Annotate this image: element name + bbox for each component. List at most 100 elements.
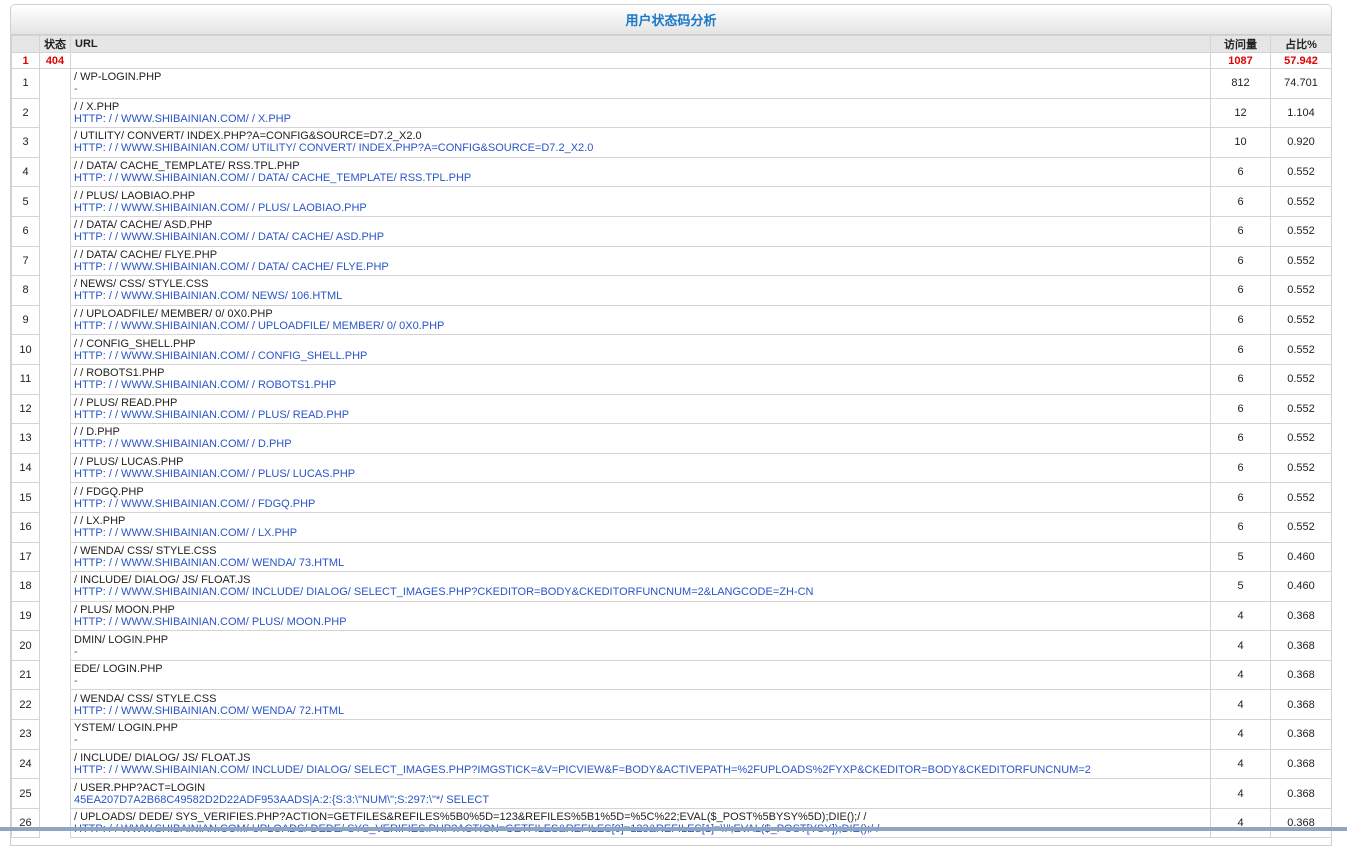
row-full-url[interactable]: - <box>74 734 1210 746</box>
row-full-url[interactable]: HTTP: / / WWW.SHIBAINIAN.COM/ / PLUS/ LA… <box>74 202 1210 214</box>
row-status <box>39 571 71 602</box>
row-visits: 5 <box>1210 541 1271 573</box>
row-full-url[interactable]: HTTP: / / WWW.SHIBAINIAN.COM/ PLUS/ MOON… <box>74 616 1210 628</box>
row-status <box>39 275 71 306</box>
row-ratio: 74.701 <box>1270 68 1331 99</box>
row-full-url[interactable]: HTTP: / / WWW.SHIBAINIAN.COM/ / ROBOTS1.… <box>74 379 1210 391</box>
row-ratio: 0.368 <box>1270 748 1331 780</box>
row-full-url[interactable]: HTTP: / / WWW.SHIBAINIAN.COM/ / DATA/ CA… <box>74 261 1210 273</box>
table-row: 2 / / X.PHP HTTP: / / WWW.SHIBAINIAN.COM/ … <box>11 97 1331 129</box>
row-ratio: 0.552 <box>1270 156 1331 188</box>
table-row: 6/ / DATA/ CACHE/ ASD.PHP HTTP: / / WWW.S… <box>11 215 1331 247</box>
row-status <box>39 246 71 276</box>
table-row: 26 / UPLOADS/ DEDE/ SYS_VERIFIES.PHP?ACTI… <box>11 807 1331 839</box>
row-path: / / PLUS/ READ.PHP <box>74 396 178 409</box>
row-url-cell: / WENDA/ CSS/ STYLE.CSS HTTP: / / WWW.SHI… <box>70 541 1211 573</box>
row-full-url[interactable]: HTTP: / / WWW.SHIBAINIAN.COM/ NEWS/ 106.… <box>74 290 1210 302</box>
bottom-scroll-edge <box>0 827 1347 831</box>
row-index: 23 <box>11 719 40 750</box>
row-url-cell: / / PLUS/ LAOBIAO.PHP HTTP: / / WWW.SHIBA… <box>70 186 1211 217</box>
row-status <box>39 98 71 128</box>
row-full-url[interactable]: HTTP: / / WWW.SHIBAINIAN.COM/ / PLUS/ LU… <box>74 468 1210 480</box>
row-index: 18 <box>11 571 40 602</box>
row-url-cell: / WP-LOGIN.PHP - <box>70 68 1211 99</box>
table-row: 24 / INCLUDE/ DIALOG/ JS/ FLOAT.JS HTTP: /… <box>11 748 1331 780</box>
url-header: URL <box>70 35 1211 53</box>
row-status <box>39 364 71 395</box>
row-ratio: 0.368 <box>1270 719 1331 750</box>
row-status <box>39 305 71 335</box>
row-path: / WENDA/ CSS/ STYLE.CSS <box>74 692 217 705</box>
row-index: 15 <box>11 482 40 513</box>
row-url-cell: DMIN/ LOGIN.PHP - <box>70 630 1211 661</box>
row-full-url[interactable]: 45EA207D7A2B68C49582D2D22ADF953AADS|A:2:… <box>74 794 1210 806</box>
row-ratio: 0.460 <box>1270 571 1331 602</box>
row-full-url[interactable]: HTTP: / / WWW.SHIBAINIAN.COM/ / LX.PHP <box>74 527 1210 539</box>
row-url-cell: / / PLUS/ READ.PHP HTTP: / / WWW.SHIBAINI… <box>70 393 1211 425</box>
row-status <box>39 157 71 187</box>
row-full-url[interactable]: HTTP: / / WWW.SHIBAINIAN.COM/ / D.PHP <box>74 438 1210 450</box>
row-full-url[interactable]: HTTP: / / WWW.SHIBAINIAN.COM/ UTILITY/ C… <box>74 142 1210 154</box>
row-status <box>39 601 71 631</box>
row-ratio: 0.552 <box>1270 245 1331 277</box>
row-index: 7 <box>11 245 40 277</box>
row-full-url[interactable]: HTTP: / / WWW.SHIBAINIAN.COM/ / DATA/ CA… <box>74 231 1210 243</box>
row-path: / / DATA/ CACHE/ FLYE.PHP <box>74 248 218 261</box>
row-url-cell: / / ROBOTS1.PHP HTTP: / / WWW.SHIBAINIAN.… <box>70 363 1211 395</box>
row-status <box>39 512 71 542</box>
row-url-cell: YSTEM/ LOGIN.PHP - <box>70 719 1211 750</box>
row-ratio: 0.368 <box>1270 778 1331 809</box>
row-full-url[interactable]: HTTP: / / WWW.SHIBAINIAN.COM/ WENDA/ 72.… <box>74 705 1210 717</box>
row-url-cell: / INCLUDE/ DIALOG/ JS/ FLOAT.JS HTTP: / /… <box>70 571 1211 602</box>
row-ratio: 0.552 <box>1270 275 1331 306</box>
row-url-cell: / / DATA/ CACHE_TEMPLATE/ RSS.TPL.PHP HTT… <box>70 156 1211 188</box>
row-status <box>39 127 71 158</box>
row-status <box>39 394 71 424</box>
row-url-cell: / / UPLOADFILE/ MEMBER/ 0/ 0X0.PHP HTTP: … <box>70 304 1211 336</box>
row-index: 17 <box>11 541 40 573</box>
table-row: 3 / UTILITY/ CONVERT/ INDEX.PHP?A=CONFIG&… <box>11 127 1331 158</box>
row-full-url[interactable]: HTTP: / / WWW.SHIBAINIAN.COM/ INCLUDE/ D… <box>74 586 1210 598</box>
row-ratio: 0.368 <box>1270 807 1331 839</box>
row-path: / / D.PHP <box>74 426 120 439</box>
row-full-url[interactable]: HTTP: / / WWW.SHIBAINIAN.COM/ / CONFIG_S… <box>74 350 1210 362</box>
table-row: 23 YSTEM/ LOGIN.PHP -4 0.368 <box>11 719 1331 750</box>
row-url-cell: / / X.PHP HTTP: / / WWW.SHIBAINIAN.COM/ /… <box>70 97 1211 129</box>
row-path: / USER.PHP?ACT=LOGIN <box>74 781 206 794</box>
row-status <box>39 808 71 838</box>
row-visits: 6 <box>1210 511 1271 543</box>
row-ratio: 0.552 <box>1270 482 1331 513</box>
row-url-cell: / / DATA/ CACHE/ FLYE.PHP HTTP: / / WWW.S… <box>70 245 1211 277</box>
row-full-url[interactable]: HTTP: / / WWW.SHIBAINIAN.COM/ / DATA/ CA… <box>74 172 1210 184</box>
row-ratio: 0.552 <box>1270 215 1331 247</box>
row-full-url[interactable]: - <box>74 646 1210 658</box>
summary-status: 404 <box>39 52 71 69</box>
row-full-url[interactable]: HTTP: / / WWW.SHIBAINIAN.COM/ INCLUDE/ D… <box>74 764 1210 776</box>
table-row: 22 / WENDA/ CSS/ STYLE.CSS HTTP: / / WWW.S… <box>11 689 1331 721</box>
row-visits: 4 <box>1210 748 1271 780</box>
index-header <box>11 35 40 53</box>
row-full-url[interactable]: - <box>74 83 1210 95</box>
row-full-url[interactable]: - <box>74 675 1210 687</box>
row-path: / PLUS/ MOON.PHP <box>74 603 175 616</box>
row-path: / / FDGQ.PHP <box>74 485 144 498</box>
row-visits: 6 <box>1210 156 1271 188</box>
row-status <box>39 719 71 750</box>
row-ratio: 0.368 <box>1270 600 1331 632</box>
row-index: 11 <box>11 363 40 395</box>
row-full-url[interactable]: HTTP: / / WWW.SHIBAINIAN.COM/ / PLUS/ RE… <box>74 409 1210 421</box>
row-ratio: 0.920 <box>1270 127 1331 158</box>
row-full-url[interactable]: HTTP: / / WWW.SHIBAINIAN.COM/ WENDA/ 73.… <box>74 557 1210 569</box>
row-path: / UTILITY/ CONVERT/ INDEX.PHP?A=CONFIG&S… <box>74 130 422 143</box>
row-full-url[interactable]: HTTP: / / WWW.SHIBAINIAN.COM/ / UPLOADFI… <box>74 320 1210 332</box>
row-url-cell: / / DATA/ CACHE/ ASD.PHP HTTP: / / WWW.SH… <box>70 215 1211 247</box>
row-visits: 4 <box>1210 600 1271 632</box>
table-row: 9 / / UPLOADFILE/ MEMBER/ 0/ 0X0.PHP HTTP:… <box>11 304 1331 336</box>
table-row: 7 / / DATA/ CACHE/ FLYE.PHP HTTP: / / WWW.… <box>11 245 1331 277</box>
row-full-url[interactable]: HTTP: / / WWW.SHIBAINIAN.COM/ / X.PHP <box>74 113 1210 125</box>
row-ratio: 0.552 <box>1270 423 1331 454</box>
row-full-url[interactable]: HTTP: / / WWW.SHIBAINIAN.COM/ / FDGQ.PHP <box>74 498 1210 510</box>
row-visits: 6 <box>1210 215 1271 247</box>
row-status <box>39 453 71 483</box>
row-index: 26 <box>11 807 40 839</box>
